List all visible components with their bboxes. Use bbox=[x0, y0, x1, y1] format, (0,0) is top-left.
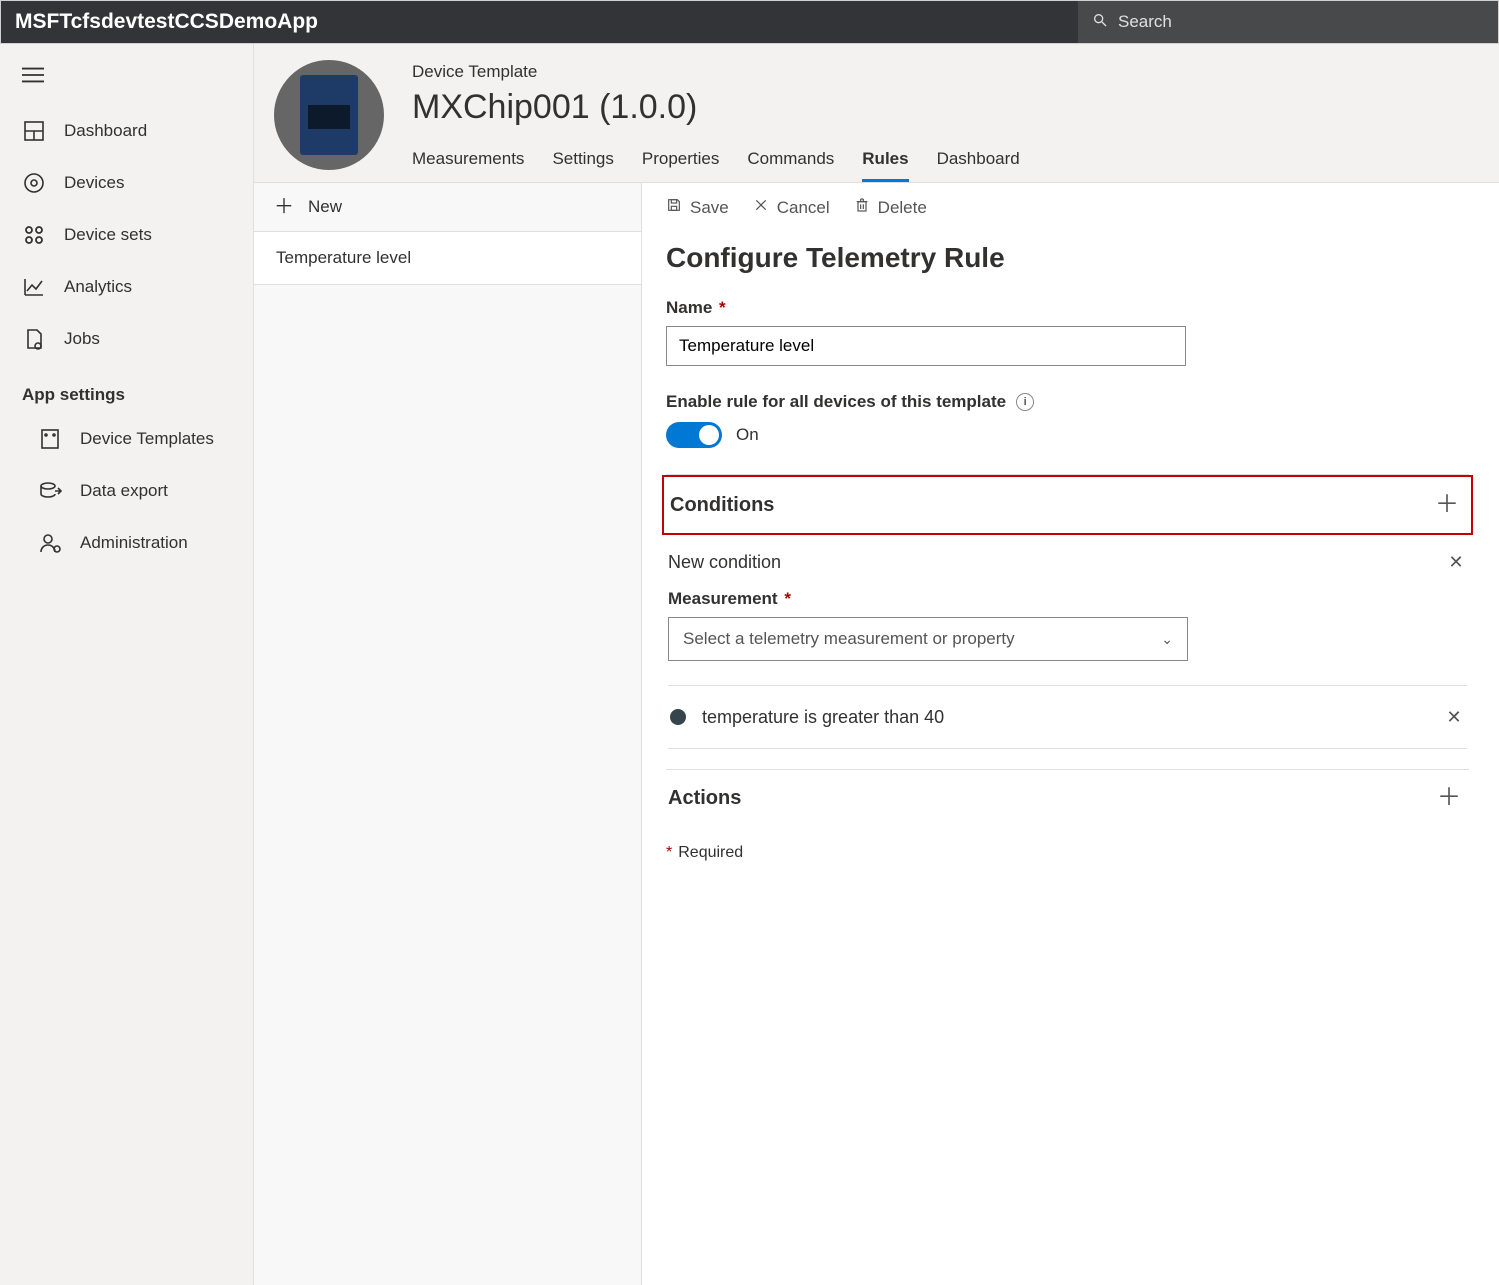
export-icon bbox=[38, 479, 62, 503]
sidebar-item-sets[interactable]: Device sets bbox=[0, 209, 253, 261]
sidebar-section-app-settings: App settings bbox=[0, 365, 253, 413]
name-label: Name bbox=[666, 298, 712, 317]
condition-summary: temperature is greater than 40 bbox=[702, 707, 944, 728]
dashboard-icon bbox=[22, 119, 46, 143]
measurement-placeholder: Select a telemetry measurement or proper… bbox=[683, 629, 1015, 649]
new-rule-button[interactable]: ＋ New bbox=[254, 183, 641, 232]
sidebar-item-jobs[interactable]: Jobs bbox=[0, 313, 253, 365]
tabs: Measurements Settings Properties Command… bbox=[412, 149, 1479, 182]
tab-commands[interactable]: Commands bbox=[747, 149, 834, 182]
sidebar-item-label: Device sets bbox=[64, 225, 152, 245]
app-title: MSFTcfsdevtestCCSDemoApp bbox=[1, 1, 332, 43]
page-title: MXChip001 (1.0.0) bbox=[412, 88, 1479, 127]
sidebar-item-label: Data export bbox=[80, 481, 168, 501]
actions-label: Actions bbox=[668, 787, 741, 810]
remove-condition-button[interactable]: ✕ bbox=[1445, 551, 1467, 573]
enable-label: Enable rule for all devices of this temp… bbox=[666, 392, 1006, 412]
plus-icon: ＋ bbox=[274, 197, 294, 217]
rules-list: ＋ New Temperature level bbox=[254, 183, 642, 1285]
top-bar: MSFTcfsdevtestCCSDemoApp Search bbox=[0, 0, 1499, 44]
sidebar-item-analytics[interactable]: Analytics bbox=[0, 261, 253, 313]
sidebar-item-admin[interactable]: Administration bbox=[0, 517, 253, 569]
chevron-down-icon: ⌄ bbox=[1161, 631, 1173, 648]
add-action-button[interactable]: ＋ bbox=[1437, 786, 1461, 810]
admin-icon bbox=[38, 531, 62, 555]
jobs-icon bbox=[22, 327, 46, 351]
search-input[interactable]: Search bbox=[1078, 1, 1498, 43]
required-asterisk: * bbox=[784, 589, 791, 608]
analytics-icon bbox=[22, 275, 46, 299]
sidebar-item-label: Analytics bbox=[64, 277, 132, 297]
tab-measurements[interactable]: Measurements bbox=[412, 149, 524, 182]
sidebar-item-label: Device Templates bbox=[80, 429, 214, 449]
add-condition-button[interactable]: ＋ bbox=[1435, 493, 1459, 517]
remove-existing-condition-button[interactable]: ✕ bbox=[1443, 706, 1465, 728]
sidebar-item-devices[interactable]: Devices bbox=[0, 157, 253, 209]
conditions-section-highlight: Conditions ＋ bbox=[662, 475, 1473, 535]
tab-properties[interactable]: Properties bbox=[642, 149, 719, 182]
tab-settings[interactable]: Settings bbox=[552, 149, 613, 182]
close-icon bbox=[753, 197, 769, 218]
measurement-label: Measurement bbox=[668, 589, 778, 608]
condition-dot-icon bbox=[670, 709, 686, 725]
devices-icon bbox=[22, 171, 46, 195]
tab-rules[interactable]: Rules bbox=[862, 149, 908, 182]
required-note: *Required bbox=[666, 844, 1469, 862]
sidebar: Dashboard Devices Device sets bbox=[0, 44, 254, 1285]
delete-button[interactable]: Delete bbox=[854, 197, 927, 218]
search-icon bbox=[1092, 12, 1118, 33]
info-icon[interactable]: i bbox=[1016, 393, 1034, 411]
sidebar-item-label: Devices bbox=[64, 173, 124, 193]
templates-icon bbox=[38, 427, 62, 451]
enable-toggle[interactable] bbox=[666, 422, 722, 448]
new-label: New bbox=[308, 197, 342, 217]
conditions-label: Conditions bbox=[670, 494, 774, 517]
cancel-button[interactable]: Cancel bbox=[753, 197, 830, 218]
sidebar-item-label: Jobs bbox=[64, 329, 100, 349]
sets-icon bbox=[22, 223, 46, 247]
sidebar-item-export[interactable]: Data export bbox=[0, 465, 253, 517]
tab-dashboard[interactable]: Dashboard bbox=[937, 149, 1020, 182]
panel-heading: Configure Telemetry Rule bbox=[666, 242, 1469, 274]
rule-panel: Save Cancel Delete bbox=[642, 183, 1499, 1285]
new-condition-label: New condition bbox=[668, 552, 781, 573]
sidebar-item-label: Administration bbox=[80, 533, 188, 553]
sidebar-item-templates[interactable]: Device Templates bbox=[0, 413, 253, 465]
device-avatar bbox=[274, 60, 384, 170]
template-header: Device Template MXChip001 (1.0.0) Measur… bbox=[254, 44, 1499, 183]
required-asterisk: * bbox=[719, 298, 726, 317]
search-placeholder: Search bbox=[1118, 12, 1172, 32]
save-button[interactable]: Save bbox=[666, 197, 729, 218]
enable-state: On bbox=[736, 425, 759, 445]
breadcrumb: Device Template bbox=[412, 62, 1479, 82]
sidebar-item-dashboard[interactable]: Dashboard bbox=[0, 105, 253, 157]
save-icon bbox=[666, 197, 682, 218]
measurement-select[interactable]: Select a telemetry measurement or proper… bbox=[668, 617, 1188, 661]
trash-icon bbox=[854, 197, 870, 218]
sidebar-item-label: Dashboard bbox=[64, 121, 147, 141]
name-input[interactable] bbox=[666, 326, 1186, 366]
hamburger-button[interactable] bbox=[0, 52, 253, 105]
rule-row[interactable]: Temperature level bbox=[254, 232, 641, 285]
